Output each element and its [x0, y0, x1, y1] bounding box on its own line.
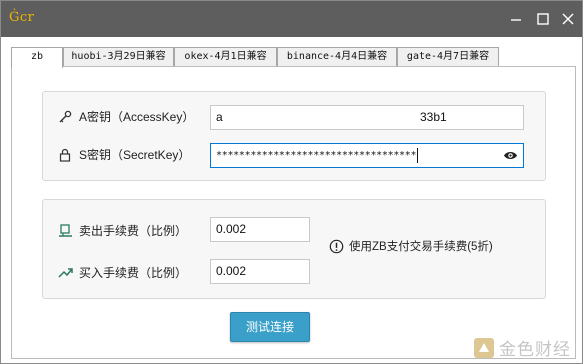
sell-fee-label: 卖出手续费（比例）: [79, 224, 188, 238]
title-bar[interactable]: Ġcr: [1, 1, 582, 37]
test-connection-button[interactable]: 测试连接: [230, 312, 310, 342]
secret-key-input[interactable]: ***********************************: [210, 143, 524, 168]
buy-fee-label: 买入手续费（比例）: [79, 266, 188, 280]
tab-zb[interactable]: zb: [11, 47, 63, 68]
secret-key-row: S密钥（SecretKey）: [57, 146, 190, 163]
watermark-logo-icon: [474, 337, 494, 358]
tab-binance[interactable]: binance-4月4日兼容: [277, 47, 397, 67]
close-icon: [562, 13, 574, 25]
lock-icon: [57, 147, 73, 163]
sell-icon: [57, 223, 73, 239]
tab-panel-zb: A密钥（AccessKey） a 33b1 S密钥（SecretKey） ***…: [11, 66, 576, 359]
access-key-value-end: 33b1: [420, 110, 447, 124]
buy-fee-input[interactable]: 0.002: [210, 259, 310, 284]
tab-gate[interactable]: gate-4月7日兼容: [397, 47, 499, 67]
access-key-value-start: a: [216, 110, 223, 124]
watermark-text: 金色财经: [499, 340, 571, 359]
minimize-icon: [511, 19, 521, 21]
close-button[interactable]: [556, 7, 580, 31]
watermark: 金色财经: [473, 335, 571, 360]
info-icon: [329, 239, 344, 253]
fee-discount-text: 使用ZB支付交易手续费(5折): [349, 241, 493, 253]
sell-fee-row: 卖出手续费（比例）: [57, 222, 187, 239]
access-key-label: A密钥（AccessKey）: [79, 110, 195, 124]
fee-discount-hint: 使用ZB支付交易手续费(5折): [329, 238, 493, 254]
text-caret: [417, 147, 419, 163]
buy-icon: [57, 265, 73, 281]
access-key-row: A密钥（AccessKey）: [57, 108, 194, 125]
app-window: Ġcr zb huobi-3月29日兼容 okex-4月1日兼容 binance…: [0, 0, 583, 364]
maximize-button[interactable]: [531, 7, 555, 31]
buy-fee-row: 买入手续费（比例）: [57, 264, 187, 281]
key-icon: [57, 109, 73, 125]
buy-fee-value: 0.002: [216, 264, 247, 278]
sell-fee-input[interactable]: 0.002: [210, 217, 310, 242]
sell-fee-value: 0.002: [216, 222, 247, 236]
api-keys-group: A密钥（AccessKey） a 33b1 S密钥（SecretKey） ***…: [42, 91, 546, 181]
secret-key-label: S密钥（SecretKey）: [79, 148, 191, 162]
app-logo-icon: Ġcr: [9, 10, 35, 25]
eye-icon[interactable]: [503, 149, 518, 162]
secret-key-value: ***********************************: [216, 150, 417, 161]
access-key-input[interactable]: a 33b1: [210, 105, 524, 130]
tab-okex[interactable]: okex-4月1日兼容: [174, 47, 277, 67]
maximize-icon: [537, 13, 549, 25]
minimize-button[interactable]: [504, 7, 528, 31]
tab-huobi[interactable]: huobi-3月29日兼容: [63, 47, 174, 67]
